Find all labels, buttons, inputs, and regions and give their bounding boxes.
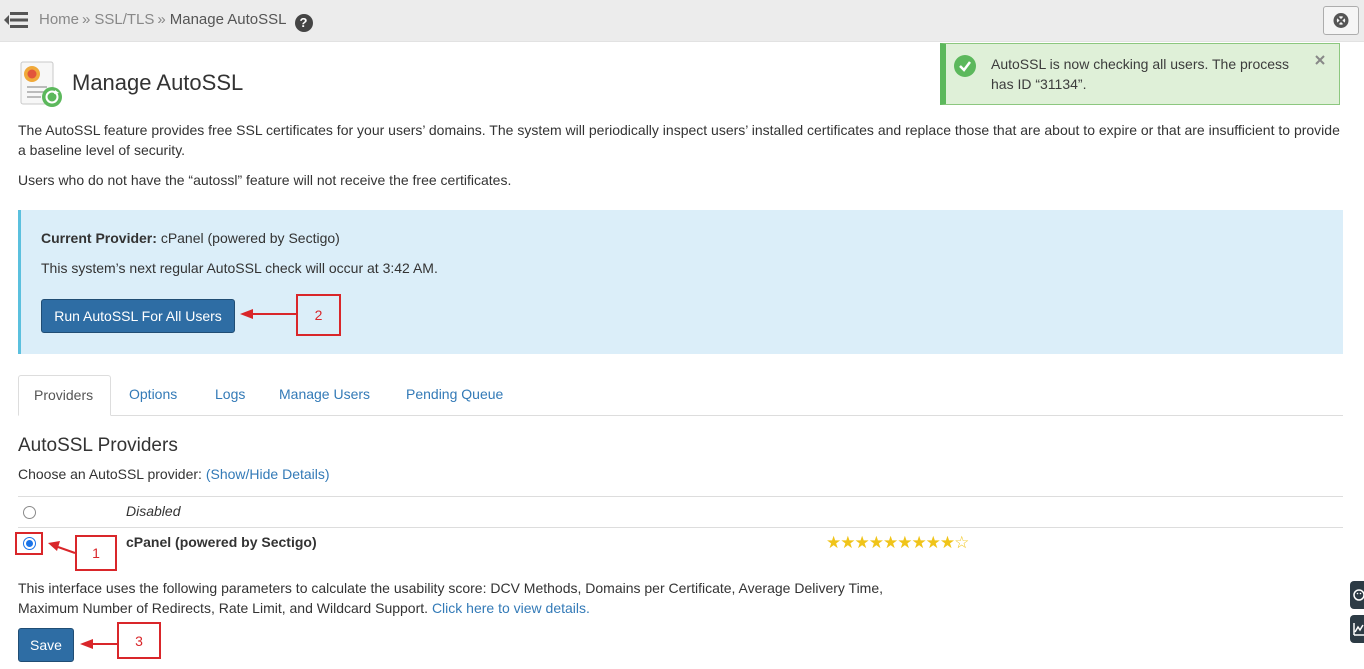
tab-bar: Providers Options Logs Manage Users Pend…	[18, 375, 1343, 416]
breadcrumb-separator: »	[82, 11, 91, 28]
autossl-certificate-icon	[20, 61, 62, 107]
view-details-link[interactable]: Click here to view details.	[432, 600, 590, 616]
top-bar: Home» SSL/TLS» Manage AutoSSL?	[0, 0, 1364, 42]
provider-info-panel: Current Provider: cPanel (powered by Sec…	[18, 210, 1343, 354]
breadcrumb-ssl-link[interactable]: SSL/TLS	[94, 11, 154, 28]
choose-provider-text: Choose an AutoSSL provider: (Show/Hide D…	[18, 466, 330, 482]
section-title: AutoSSL Providers	[18, 435, 178, 456]
intro-note: Users who do not have the “autossl” feat…	[18, 172, 512, 188]
breadcrumb-separator: »	[157, 11, 166, 28]
success-notification: AutoSSL is now checking all users. The p…	[940, 43, 1340, 105]
intro-description: The AutoSSL feature provides free SSL ce…	[18, 122, 1340, 158]
provider-label-cpanel: cPanel (powered by Sectigo)	[126, 534, 317, 550]
close-icon[interactable]	[1312, 52, 1328, 68]
annotation-number: 3	[135, 633, 143, 649]
current-provider: Current Provider: cPanel (powered by Sec…	[41, 230, 340, 246]
current-provider-value: cPanel (powered by Sectigo)	[160, 230, 340, 246]
usability-rating: ★★★★★★★★★☆	[826, 533, 969, 553]
tab-providers[interactable]: Providers	[18, 375, 111, 416]
usability-description: This interface uses the following parame…	[18, 578, 898, 618]
feedback-widget[interactable]	[1350, 581, 1364, 609]
close-circle-icon	[1333, 13, 1349, 28]
annotation-box-3: 3	[117, 622, 161, 659]
breadcrumb-current: Manage AutoSSL	[169, 11, 287, 28]
annotation-box-1: 1	[75, 535, 117, 571]
tab-pending-queue[interactable]: Pending Queue	[391, 375, 518, 416]
provider-label-disabled: Disabled	[126, 503, 181, 519]
annotation-highlight-radio	[15, 532, 43, 555]
tab-manage-users[interactable]: Manage Users	[264, 375, 385, 416]
next-check-text: This system’s next regular AutoSSL check…	[41, 260, 438, 276]
annotation-arrow-1	[48, 541, 76, 554]
breadcrumb: Home» SSL/TLS» Manage AutoSSL?	[39, 11, 313, 32]
current-provider-label: Current Provider:	[41, 230, 157, 246]
table-divider	[18, 527, 1343, 528]
star-filled-icons: ★★★★★★★★★	[826, 533, 955, 552]
table-divider	[18, 496, 1343, 497]
breadcrumb-home-link[interactable]: Home	[39, 11, 79, 28]
choose-provider-label: Choose an AutoSSL provider:	[18, 466, 202, 482]
check-circle-icon	[954, 55, 976, 77]
tab-options[interactable]: Options	[114, 375, 192, 416]
tab-logs[interactable]: Logs	[200, 375, 260, 416]
provider-radio-disabled[interactable]	[23, 506, 36, 519]
annotation-box-2: 2	[296, 294, 341, 336]
star-empty-icon: ☆	[954, 533, 969, 552]
analytics-widget[interactable]	[1350, 615, 1364, 643]
save-button[interactable]: Save	[18, 628, 74, 662]
chart-icon	[1353, 623, 1364, 636]
notification-message: AutoSSL is now checking all users. The p…	[991, 56, 1290, 92]
show-hide-details-link[interactable]: (Show/Hide Details)	[206, 466, 330, 482]
run-autossl-button[interactable]: Run AutoSSL For All Users	[41, 299, 235, 333]
annotation-number: 1	[92, 545, 100, 561]
menu-collapse-icon[interactable]	[4, 9, 28, 31]
page-title: Manage AutoSSL	[72, 70, 244, 95]
smiley-icon	[1353, 589, 1364, 601]
close-button[interactable]	[1323, 6, 1359, 35]
annotation-arrow-3	[80, 639, 117, 649]
annotation-number: 2	[314, 307, 323, 323]
help-icon[interactable]: ?	[294, 14, 313, 32]
